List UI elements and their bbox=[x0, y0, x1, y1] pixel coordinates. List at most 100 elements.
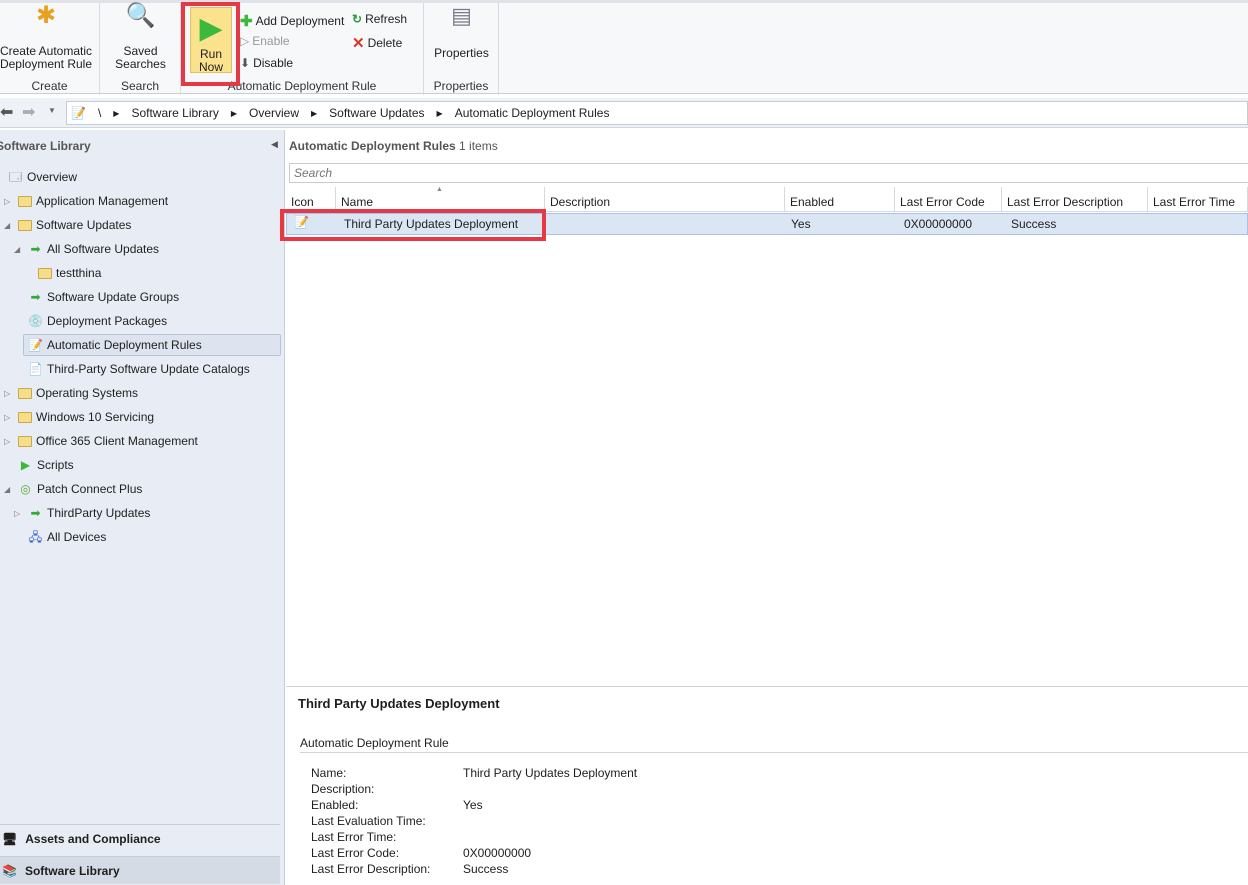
sidebar-item-overview[interactable]: 🗔 Overview bbox=[8, 166, 77, 188]
workspace-assets-and-compliance[interactable]: 🖥 Assets and Compliance bbox=[0, 824, 280, 852]
field-label: Last Evaluation Time: bbox=[311, 814, 426, 828]
sidebar-item-windows-10-servicing[interactable]: Windows 10 Servicing bbox=[18, 406, 154, 428]
folder-icon bbox=[18, 435, 32, 447]
play-icon: ▶ bbox=[20, 457, 31, 472]
disable-icon: ⬇ bbox=[240, 56, 251, 70]
sidebar-item-patch-connect-plus[interactable]: ◎ Patch Connect Plus bbox=[18, 478, 142, 500]
breadcrumb-item[interactable]: Overview bbox=[249, 106, 299, 120]
field-value: Third Party Updates Deployment bbox=[463, 766, 638, 780]
field-value: Success bbox=[463, 862, 509, 876]
highlight-run-now bbox=[181, 2, 240, 86]
refresh-icon: ↻ bbox=[352, 12, 363, 26]
sidebar-item-label: Software Updates bbox=[36, 218, 132, 232]
expand-icon[interactable]: ▷ bbox=[14, 509, 20, 518]
sidebar-item-deployment-packages[interactable]: 💿 Deployment Packages bbox=[28, 310, 167, 332]
sidebar-item-label: Office 365 Client Management bbox=[36, 434, 198, 448]
list-pane: Automatic Deployment Rules 1 items Icon … bbox=[280, 130, 1248, 686]
column-header-last-error-code[interactable]: Last Error Code bbox=[895, 187, 1002, 212]
column-header-description[interactable]: Description bbox=[545, 187, 785, 212]
disable-button[interactable]: ⬇ Disable bbox=[240, 56, 293, 70]
sidebar-item-label: Patch Connect Plus bbox=[37, 482, 143, 496]
sidebar-item-label: Windows 10 Servicing bbox=[36, 410, 155, 424]
properties-button[interactable]: ▤ Properties bbox=[424, 3, 499, 60]
patch-icon: ◎ bbox=[20, 481, 31, 496]
sort-ascending-icon: ▲ bbox=[436, 186, 443, 193]
field-label: Last Error Description: bbox=[311, 862, 431, 876]
sidebar-item-all-software-updates[interactable]: ➡ All Software Updates bbox=[28, 238, 159, 260]
group-label: Properties bbox=[433, 79, 489, 93]
field-value: Yes bbox=[463, 798, 483, 812]
sidebar-item-label: Third-Party Software Update Catalogs bbox=[47, 362, 250, 376]
enable-button[interactable]: ▷ Enable bbox=[240, 34, 290, 48]
column-header-enabled[interactable]: Enabled bbox=[785, 187, 895, 212]
back-icon[interactable]: ⬅ bbox=[0, 102, 13, 122]
item-count: 1 items bbox=[459, 139, 498, 153]
create-adr-button[interactable]: ✱ Create Automatic Deployment Rule bbox=[0, 4, 96, 71]
saved-searches-button[interactable]: 🔍 Saved Searches bbox=[100, 2, 181, 71]
field-label: Last Error Time: bbox=[311, 830, 397, 844]
cell-enabled: Yes bbox=[791, 217, 811, 231]
breadcrumb-root[interactable]: \ bbox=[98, 106, 101, 120]
sidebar-item-operating-systems[interactable]: Operating Systems bbox=[18, 382, 138, 404]
enable-icon: ▷ bbox=[240, 34, 250, 48]
overview-icon: 🗔 bbox=[8, 169, 22, 184]
history-dropdown-icon[interactable]: ▼ bbox=[48, 106, 56, 115]
updates-icon: ➡ bbox=[30, 241, 41, 256]
folder-icon bbox=[18, 195, 32, 207]
delete-icon: ✕ bbox=[352, 35, 365, 52]
properties-icon: ▤ bbox=[451, 3, 472, 28]
folder-icon bbox=[18, 411, 32, 423]
rule-icon: 📝 bbox=[28, 337, 43, 352]
saved-search-icon: 🔍 bbox=[125, 2, 156, 29]
detail-section: Automatic Deployment Rule bbox=[300, 736, 1248, 753]
column-header-last-error-time[interactable]: Last Error Time bbox=[1148, 187, 1248, 212]
sidebar-item-third-party-software-update-catalogs[interactable]: 📄 Third-Party Software Update Catalogs bbox=[28, 358, 250, 380]
delete-button[interactable]: ✕ Delete bbox=[352, 34, 402, 52]
package-icon: 💿 bbox=[28, 313, 43, 328]
sidebar-item-thirdparty-updates[interactable]: ➡ ThirdParty Updates bbox=[28, 502, 150, 524]
forward-icon[interactable]: ➡ bbox=[22, 102, 35, 122]
collapse-icon[interactable]: ◢ bbox=[4, 485, 10, 494]
sidebar-item-label: testthina bbox=[56, 266, 102, 280]
cell-error-code: 0X00000000 bbox=[904, 217, 973, 231]
folder-icon bbox=[18, 219, 32, 231]
ribbon-group-create: ✱ Create Automatic Deployment Rule Creat… bbox=[0, 3, 100, 95]
sidebar-item-software-updates[interactable]: Software Updates bbox=[18, 214, 131, 236]
updates-icon: ➡ bbox=[30, 505, 41, 520]
collapse-icon[interactable]: ◢ bbox=[14, 245, 20, 254]
expand-icon[interactable]: ▷ bbox=[4, 197, 10, 206]
collapse-sidebar-icon[interactable]: ◀ bbox=[271, 139, 278, 150]
expand-icon[interactable]: ▷ bbox=[4, 413, 10, 422]
ribbon-group-search: 🔍 Saved Searches Search bbox=[100, 3, 181, 95]
folder-icon bbox=[18, 387, 32, 399]
group-label: Search bbox=[120, 79, 160, 93]
sidebar-item-automatic-deployment-rules[interactable]: 📝 Automatic Deployment Rules bbox=[23, 334, 281, 356]
column-header-last-error-description[interactable]: Last Error Description bbox=[1002, 187, 1148, 212]
sidebar-item-software-update-groups[interactable]: ➡ Software Update Groups bbox=[28, 286, 179, 308]
sidebar-item-label: ThirdParty Updates bbox=[47, 506, 151, 520]
breadcrumb-item[interactable]: Software Updates bbox=[329, 106, 424, 120]
sidebar-item-testthina[interactable]: testthina bbox=[38, 262, 101, 284]
sidebar-item-office-365-client-management[interactable]: Office 365 Client Management bbox=[18, 430, 198, 452]
sidebar-item-all-devices[interactable]: 🖧 All Devices bbox=[28, 526, 107, 548]
sidebar-item-label: All Devices bbox=[47, 530, 107, 544]
sidebar-item-label: Deployment Packages bbox=[47, 314, 168, 328]
sidebar-item-application-management[interactable]: Application Management bbox=[18, 190, 168, 212]
breadcrumb-item[interactable]: Automatic Deployment Rules bbox=[455, 106, 610, 120]
navigation-bar: ⬅ ➡ ▼ 📝 \ ▶ Software Library ▶ Overview ▶ S… bbox=[0, 98, 1248, 128]
add-deployment-button[interactable]: ✚ Add Deployment bbox=[240, 12, 344, 30]
updates-icon: ➡ bbox=[30, 289, 41, 304]
refresh-button[interactable]: ↻ Refresh bbox=[352, 12, 407, 26]
expand-icon[interactable]: ▷ bbox=[4, 389, 10, 398]
sidebar-item-scripts[interactable]: ▶ Scripts bbox=[18, 454, 74, 476]
sidebar-item-label: Scripts bbox=[37, 458, 74, 472]
library-icon: 📚 bbox=[2, 863, 17, 878]
workspace-software-library[interactable]: 📚 Software Library bbox=[0, 856, 280, 884]
breadcrumb-item[interactable]: Software Library bbox=[131, 106, 218, 120]
sidebar-item-label: Automatic Deployment Rules bbox=[47, 338, 202, 352]
search-input[interactable] bbox=[289, 163, 1248, 183]
sidebar-item-label: Software Update Groups bbox=[47, 290, 180, 304]
sidebar: Software Library ◀ 🗔 Overview ▷ Application… bbox=[0, 130, 285, 885]
collapse-icon[interactable]: ◢ bbox=[4, 221, 10, 230]
expand-icon[interactable]: ▷ bbox=[4, 437, 10, 446]
